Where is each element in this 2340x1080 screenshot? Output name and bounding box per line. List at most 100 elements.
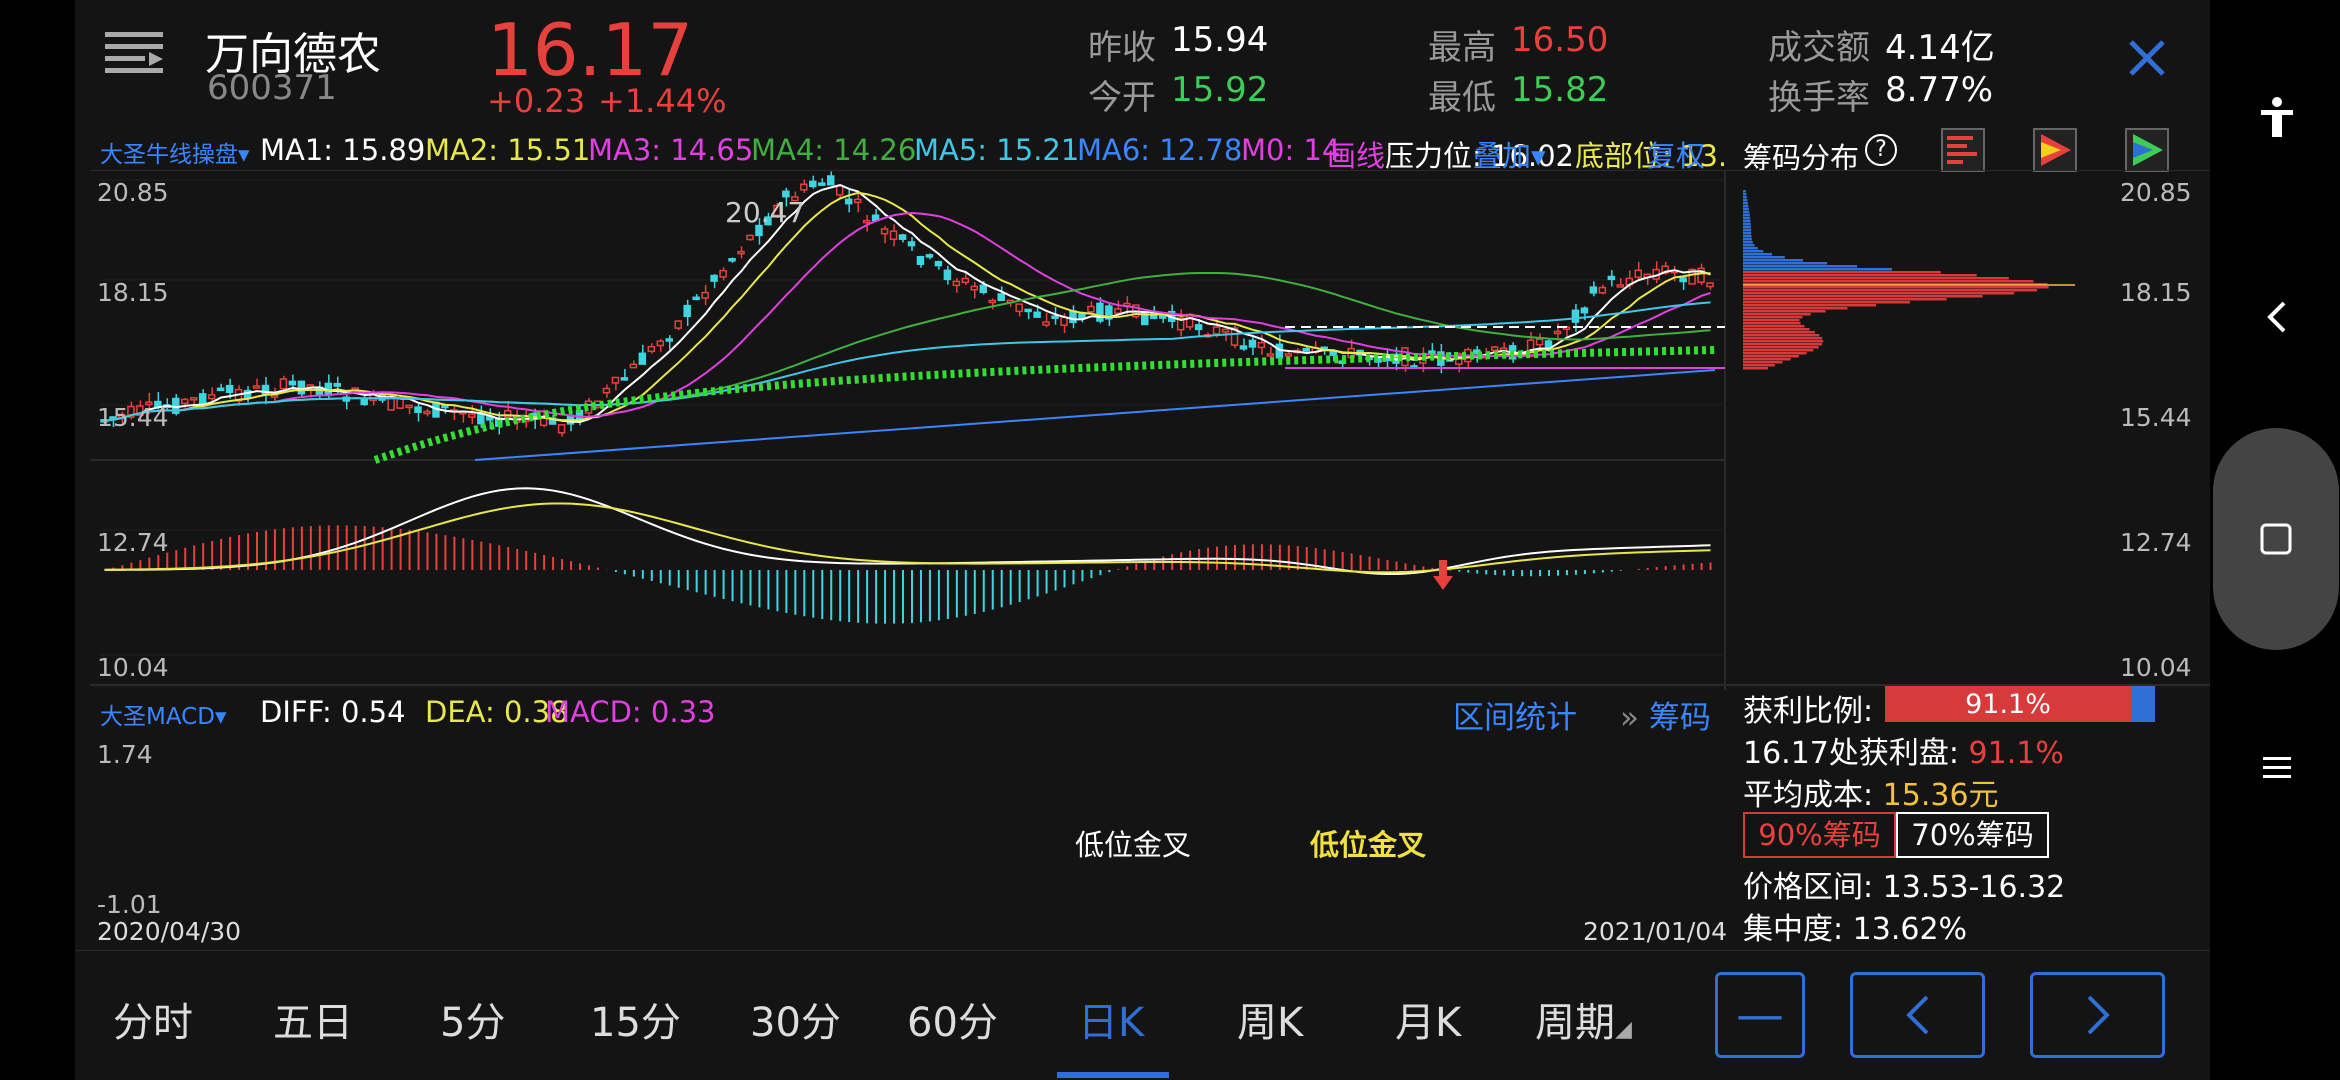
candle-body <box>216 387 225 392</box>
chip-bar <box>1743 289 2038 292</box>
price-range-value: 13.53-16.32 <box>1882 870 2066 905</box>
chip-bar <box>1743 259 1804 262</box>
tab-period[interactable]: 周期◢ <box>1535 990 1632 1048</box>
tab-15min[interactable]: 15分 <box>590 990 681 1048</box>
recents-icon[interactable] <box>2255 745 2299 789</box>
stat-label: 换手率 <box>1768 78 1870 118</box>
chip-bar <box>1743 244 1755 247</box>
candle-body <box>225 384 234 393</box>
home-button[interactable] <box>2213 428 2339 650</box>
ma-value: MA1: 15.89 <box>260 133 426 167</box>
candle-body <box>1257 341 1266 349</box>
price-range-label: 价格区间: <box>1743 870 1874 905</box>
candle-body <box>934 260 943 267</box>
price-axis-label: 12.74 <box>97 528 169 557</box>
candle-body <box>1069 310 1077 324</box>
candle-body <box>647 345 656 353</box>
stat-value: 8.77% <box>1885 70 1994 110</box>
chip-bar <box>1743 220 1751 223</box>
macd-indicator-selector[interactable]: 大圣MACD▾ <box>100 697 227 731</box>
chip-bar <box>1743 364 1775 367</box>
candle-body <box>1015 303 1023 313</box>
chip-70-tab[interactable]: 70%筹码 <box>1896 812 2049 858</box>
chips-link[interactable]: » 筹码 <box>1620 692 1711 737</box>
tab-five-day[interactable]: 五日 <box>273 990 353 1048</box>
chip-bar <box>1743 208 1749 211</box>
accessibility-icon[interactable] <box>2255 95 2299 139</box>
next-button[interactable] <box>2030 972 2165 1058</box>
candle-body <box>1589 286 1598 294</box>
chip-bar <box>1743 343 1822 346</box>
chip-bar <box>1743 286 2049 289</box>
candle-body <box>611 376 620 384</box>
tab-timeshare[interactable]: 分时 <box>113 990 193 1048</box>
candle-body <box>943 269 952 281</box>
profit-ratio-label: 获利比例: <box>1743 694 1874 729</box>
chip-list-icon[interactable] <box>1941 128 1985 172</box>
zoom-out-button[interactable]: — <box>1715 972 1805 1058</box>
candle-body <box>477 413 485 425</box>
concentration-value: 13.62% <box>1852 912 1968 947</box>
stat-label: 今开 <box>1088 78 1156 118</box>
chip-bar <box>1743 250 1764 253</box>
tab-60min[interactable]: 60分 <box>907 990 998 1048</box>
chip-bar <box>1743 301 1910 304</box>
candle-body <box>674 320 682 329</box>
candle-body <box>1679 277 1687 283</box>
candle-body <box>602 387 611 394</box>
chip-bar <box>1743 358 1791 361</box>
indicator-selector[interactable]: 大圣牛线操盘▾ <box>100 135 250 169</box>
overlay-button[interactable]: 叠加▾ <box>1473 133 1546 175</box>
tab-5min[interactable]: 5分 <box>440 990 505 1048</box>
menu-icon[interactable] <box>105 30 163 74</box>
up-arrow-icon <box>1433 560 1453 590</box>
draw-line-button[interactable]: 画线 <box>1327 133 1385 175</box>
chip-bar <box>1743 355 1799 358</box>
back-icon[interactable] <box>2255 295 2299 339</box>
candle-body <box>387 397 395 411</box>
moving-average-line <box>104 184 1711 424</box>
chip-bar <box>1743 229 1752 232</box>
chip-bar <box>1743 367 1768 370</box>
stock-chart-app: 万向德农 600371 16.17 +0.23 +1.44% 昨收 15.94 … <box>75 0 2210 1080</box>
candle-body <box>916 255 925 265</box>
chip-bar <box>1743 274 1977 277</box>
chip-bar <box>1743 331 1815 334</box>
stock-code: 600371 <box>207 68 337 108</box>
close-icon[interactable] <box>2125 36 2169 80</box>
macd-annotation: 低位金叉 <box>1310 828 1427 862</box>
help-icon[interactable]: ? <box>1865 134 1897 166</box>
stat-value: 15.92 <box>1171 70 1269 110</box>
candle-body <box>701 291 709 299</box>
prev-button[interactable] <box>1850 972 1985 1058</box>
adjust-button[interactable]: 复权 <box>1647 133 1705 175</box>
chip-bar <box>1743 211 1750 214</box>
chip-red-flag-icon[interactable] <box>2033 128 2077 172</box>
interval-stats-link[interactable]: 区间统计 <box>1453 692 1577 737</box>
candle-body <box>1087 305 1095 313</box>
chip-bar <box>1743 349 1814 352</box>
candle-body <box>692 296 700 301</box>
chip-bar <box>1743 238 1752 241</box>
tab-daily[interactable]: 日K <box>1078 990 1144 1048</box>
candle-body <box>827 175 835 186</box>
triangle-down-icon: ◢ <box>1615 1017 1632 1042</box>
ma-value: MA4: 14.26 <box>751 133 917 167</box>
chip-bar <box>1743 217 1751 220</box>
chip-bar <box>1743 214 1750 217</box>
tab-weekly[interactable]: 周K <box>1237 990 1303 1048</box>
macd-diff-line <box>104 487 1711 576</box>
chip-90-tab[interactable]: 90%筹码 <box>1743 812 1896 858</box>
active-tab-indicator <box>1057 1072 1169 1078</box>
macd-axis-bottom: -1.01 <box>97 890 162 919</box>
chip-green-flag-icon[interactable] <box>2125 128 2169 172</box>
candle-body <box>1033 311 1041 318</box>
tab-30min[interactable]: 30分 <box>750 990 841 1048</box>
avg-cost-label: 平均成本: <box>1743 778 1874 813</box>
profit-at-label: 16.17处获利盘: <box>1743 736 1959 771</box>
candle-body <box>1302 347 1311 352</box>
tab-monthly[interactable]: 月K <box>1395 990 1461 1048</box>
candle-body <box>737 250 745 255</box>
candle-body <box>853 198 862 204</box>
kline-chart[interactable] <box>75 170 2210 690</box>
